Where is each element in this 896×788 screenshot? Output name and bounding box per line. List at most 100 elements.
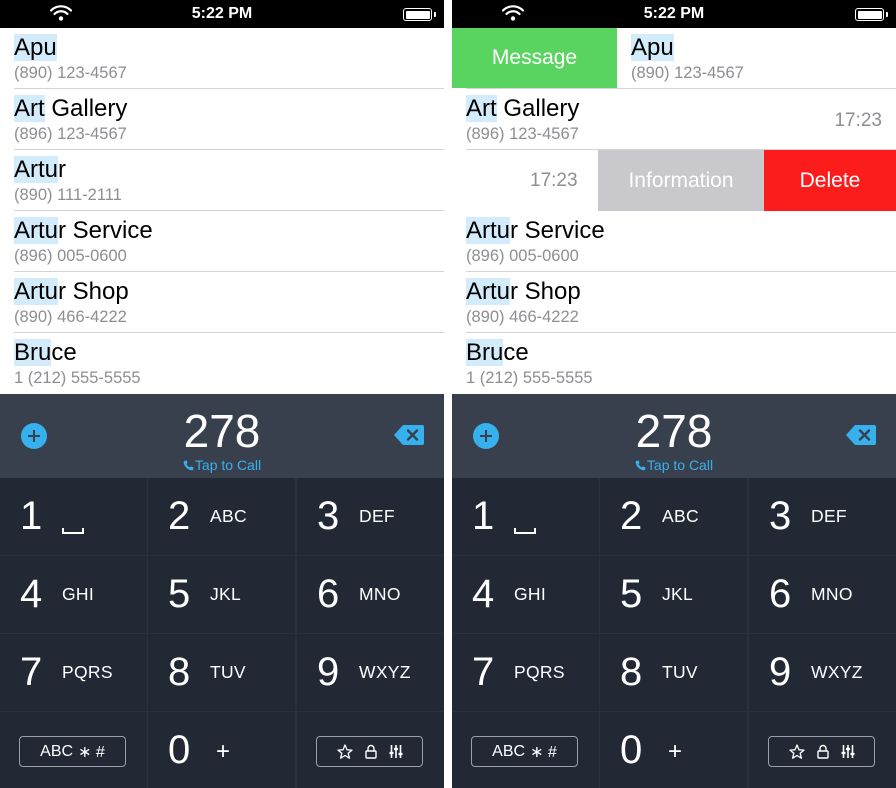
key-8[interactable]: 8 TUV [600,634,747,711]
backspace-icon[interactable] [845,424,877,446]
key-letters: DEF [359,506,395,526]
tools-button[interactable] [768,736,875,767]
key-2[interactable]: 2 ABC [600,478,747,555]
contact-name: Artur Service [14,216,153,246]
key-1[interactable]: 1 [0,478,147,555]
key-5[interactable]: 5 JKL [600,556,747,633]
contact-row[interactable]: Art Gallery (896) 123-4567 [0,89,444,150]
key-2[interactable]: 2 ABC [148,478,295,555]
tap-to-call-link[interactable]: Tap to Call [452,457,896,473]
name-rest: ce [51,339,77,366]
name-rest: Gallery [496,95,580,122]
name-rest: r [58,156,67,183]
name-match-highlight: Artu [466,278,511,305]
contact-list[interactable]: Apu (890) 123-4567 Art Gallery (896) 123… [0,28,444,394]
key-9[interactable]: 9 WXYZ [749,634,896,711]
key-digit: 0 [620,728,643,772]
abc-symbols-button[interactable]: ABC ∗ # [19,736,126,767]
battery-icon [403,8,436,21]
key-8[interactable]: 8 TUV [148,634,295,711]
contact-phone: (896) 123-4567 [466,125,579,143]
key-digit: 6 [769,572,792,616]
key-1[interactable]: 1 [452,478,599,555]
contact-name: Bruce [466,338,529,368]
contact-phone: (890) 123-4567 [14,64,127,82]
key-abc-toggle[interactable]: ABC ∗ # [0,712,147,788]
abc-symbols-button[interactable]: ABC ∗ # [471,736,578,767]
delete-button[interactable]: Delete [764,150,896,211]
dialed-number: 278 [635,405,713,457]
contact-list[interactable]: Message Apu (890) 123-4567 Art Gallery (… [452,28,896,394]
key-letters: MNO [359,584,401,604]
key-letters: PQRS [514,662,565,682]
key-0[interactable]: 0 + [600,712,747,788]
key-digit: 1 [472,494,495,538]
contact-row[interactable]: Bruce 1 (212) 555-5555 [0,333,444,394]
symbols-label: ∗ # [78,743,105,761]
key-3[interactable]: 3 DEF [297,478,444,555]
key-7[interactable]: 7 PQRS [452,634,599,711]
contact-row[interactable]: Artur Service (896) 005-0600 [452,211,896,272]
abc-label: ABC [40,742,74,760]
key-digit: 9 [769,650,792,694]
tools-button[interactable] [316,736,423,767]
key-4[interactable]: 4 GHI [452,556,599,633]
key-5[interactable]: 5 JKL [148,556,295,633]
key-digit: 6 [317,572,340,616]
contact-row[interactable]: Artur (890) 111-2111 [0,150,444,211]
key-letters: WXYZ [359,662,411,682]
key-digit: 7 [472,650,495,694]
key-6[interactable]: 6 MNO [749,556,896,633]
key-letters: ABC [662,506,699,526]
dial-header: 278 Tap to Call [0,394,444,478]
contact-name: Artur Service [466,216,605,246]
contact-row-swiped-right[interactable]: Message Apu (890) 123-4567 [452,28,896,89]
contact-row[interactable]: Artur Shop (890) 466-4222 [0,272,444,333]
contact-row-swiped-left[interactable]: 17:23 Information Delete [452,150,896,211]
contact-phone: 1 (212) 555-5555 [466,369,593,387]
key-abc-toggle[interactable]: ABC ∗ # [452,712,599,788]
name-match-highlight: Artu [466,217,511,244]
contact-row[interactable]: Bruce 1 (212) 555-5555 [452,333,896,394]
contact-name: Bruce [14,338,77,368]
screen-separator [444,0,452,788]
name-rest: Gallery [44,95,128,122]
phone-icon [183,460,194,471]
phone-screen-right: 5:22 PM Message Apu (890) 123-4567 Art G… [452,0,896,788]
key-3[interactable]: 3 DEF [749,478,896,555]
key-digit: 3 [317,494,340,538]
key-digit: 8 [620,650,643,694]
last-call-time: 17:23 [834,110,882,131]
contact-row[interactable]: Artur Shop (890) 466-4222 [452,272,896,333]
key-digit: 4 [472,572,495,616]
backspace-icon[interactable] [393,424,425,446]
message-button[interactable]: Message [452,28,617,88]
key-4[interactable]: 4 GHI [0,556,147,633]
key-letters: WXYZ [811,662,863,682]
name-rest: r Service [58,217,153,244]
name-rest: r Service [510,217,605,244]
key-tools[interactable] [297,712,444,788]
key-0[interactable]: 0 + [148,712,295,788]
key-digit: 7 [20,650,43,694]
information-button[interactable]: Information [598,150,764,211]
key-6[interactable]: 6 MNO [297,556,444,633]
name-rest: ce [503,339,529,366]
key-digit: 5 [620,572,643,616]
key-letters: GHI [62,584,95,604]
contact-phone: (896) 005-0600 [466,247,579,265]
abc-label: ABC [492,742,526,760]
phone-screen-left: 5:22 PM Apu (890) 123-4567 Art Gallery (… [0,0,444,788]
tap-to-call-link[interactable]: Tap to Call [0,457,444,473]
contact-phone: (890) 111-2111 [14,186,122,204]
last-call-time: 17:23 [530,170,578,191]
contact-row[interactable]: Artur Service (896) 005-0600 [0,211,444,272]
key-digit: 2 [168,494,191,538]
name-match-highlight: Apu [14,34,57,61]
contact-row[interactable]: Art Gallery (896) 123-4567 17:23 [452,89,896,150]
key-9[interactable]: 9 WXYZ [297,634,444,711]
contact-row[interactable]: Apu (890) 123-4567 [0,28,444,89]
key-digit: 5 [168,572,191,616]
key-tools[interactable] [749,712,896,788]
key-7[interactable]: 7 PQRS [0,634,147,711]
